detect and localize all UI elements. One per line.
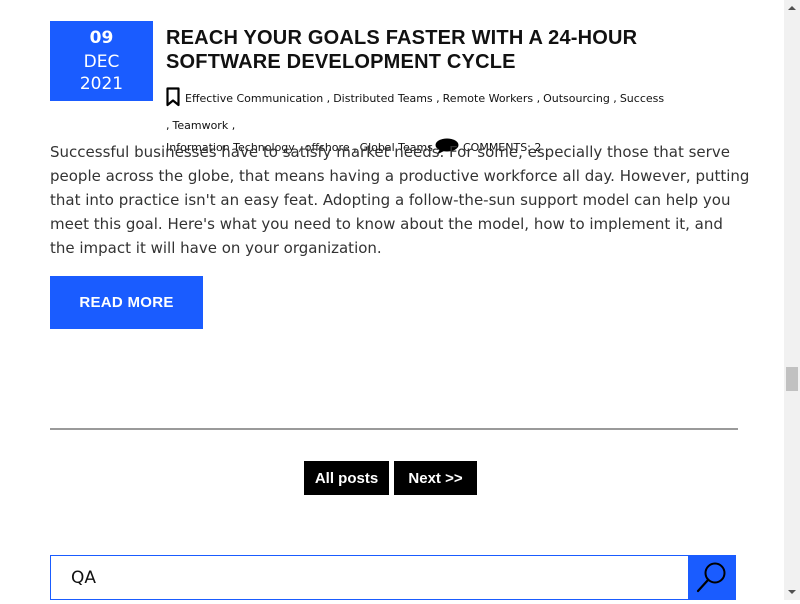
post-title-line-1[interactable]: REACH YOUR GOALS FASTER WITH A 24-HOUR [166,27,637,49]
post-title[interactable]: REACH YOUR GOALS FASTER WITH A 24-HOUR S… [166,26,686,74]
tag-link[interactable]: Distributed Teams [333,92,432,105]
all-posts-button[interactable]: All posts [304,461,389,495]
scroll-up-arrow-icon[interactable] [784,0,800,17]
next-page-button[interactable]: Next >> [394,461,477,495]
search-input[interactable] [50,555,688,600]
date-year: 2021 [79,74,124,94]
tag-link[interactable]: Teamwork [173,119,229,132]
date-day: 09 [89,28,114,48]
post-excerpt: Successful businesses have to satisfy ma… [50,143,750,257]
bookmark-icon [166,87,180,115]
section-divider [50,428,738,430]
date-month: DEC [83,52,120,72]
search-bar [50,555,736,600]
tag-link[interactable]: Success [620,92,664,105]
scrollbar-thumb[interactable] [786,367,798,391]
tag-link[interactable]: Outsourcing [543,92,610,105]
search-button[interactable] [688,555,736,600]
read-more-button[interactable]: READ MORE [50,276,203,329]
vertical-scrollbar[interactable] [784,0,800,600]
scroll-down-arrow-icon[interactable] [784,583,800,600]
post-title-line-2[interactable]: SOFTWARE DEVELOPMENT CYCLE [166,51,516,73]
main-content: 09 DEC 2021 REACH YOUR GOALS FASTER WITH… [0,0,784,600]
tag-link[interactable]: Remote Workers [443,92,533,105]
post-date-badge: 09 DEC 2021 [50,21,153,101]
tag-link[interactable]: Effective Communication [185,92,323,105]
